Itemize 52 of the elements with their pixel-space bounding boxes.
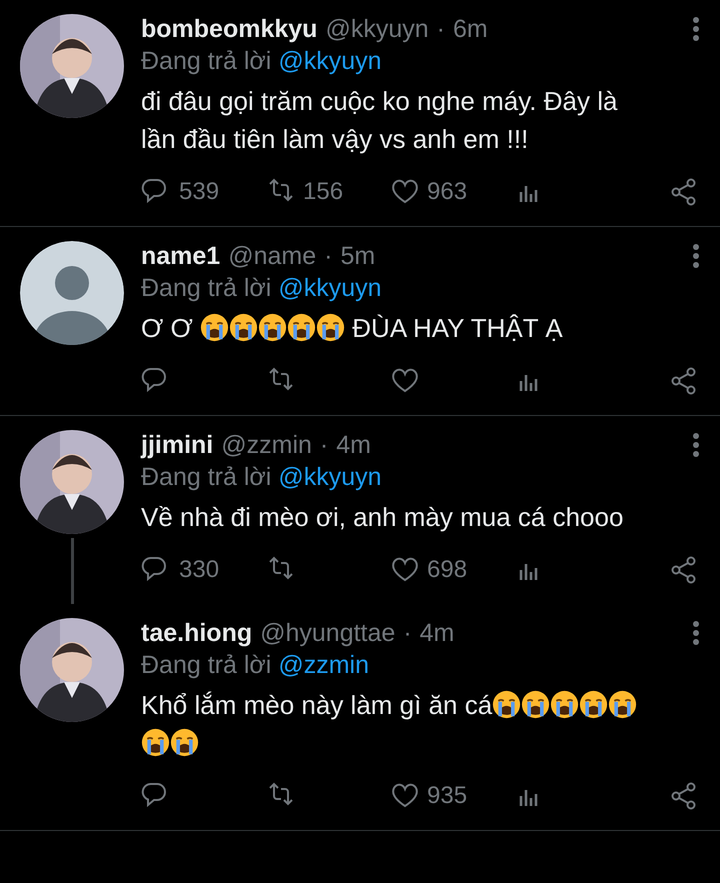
- tweet-text: Ơ Ơ ĐÙA HAY THẬT Ạ: [141, 312, 564, 345]
- crying-face-icon: [316, 313, 346, 342]
- mention-link[interactable]: @kkyuyn: [278, 44, 382, 78]
- count: 963: [427, 178, 468, 206]
- timestamp: 6m: [452, 14, 488, 44]
- crying-face-icon: [170, 728, 199, 757]
- more-options-icon[interactable]: [692, 16, 700, 42]
- display-name[interactable]: bombeomkkyu: [141, 14, 318, 44]
- crying-face-icon: [492, 690, 522, 719]
- crying-face-icon: [550, 690, 580, 719]
- count: 698: [427, 556, 468, 584]
- separator-dot: ·: [320, 430, 328, 460]
- reply-label: Đang trả lời: [141, 46, 272, 77]
- tweet-text: Khổ lắm mèo này làm gì ăn cá: [141, 682, 643, 762]
- separator-dot: ·: [403, 618, 412, 648]
- timestamp: 5m: [340, 242, 376, 270]
- mention-link[interactable]: @kkyuyn: [278, 460, 382, 494]
- thread-line: [70, 538, 74, 604]
- separator-dot: ·: [324, 242, 332, 270]
- more-options-icon[interactable]: [692, 620, 700, 646]
- more-options-icon[interactable]: [692, 243, 700, 269]
- timestamp: 4m: [420, 618, 454, 648]
- display-name[interactable]: name1: [141, 242, 220, 270]
- display-name[interactable]: tae.hiong: [141, 618, 252, 648]
- user-handle: @name: [228, 242, 316, 270]
- reply-label: Đang trả lời: [141, 462, 272, 493]
- crying-face-icon: [258, 313, 288, 342]
- crying-face-icon: [521, 690, 550, 719]
- crying-face-icon: [608, 690, 638, 719]
- timestamp: 4m: [336, 430, 371, 460]
- user-handle: @kkyuyn: [325, 14, 429, 44]
- count: 156: [303, 178, 344, 206]
- mention-link[interactable]: @zzmin: [278, 648, 370, 682]
- count: 330: [179, 556, 220, 584]
- user-handle: @hyungttae: [260, 618, 396, 648]
- crying-face-icon: [579, 690, 608, 719]
- more-options-icon[interactable]: [692, 432, 700, 458]
- count: 539: [179, 178, 220, 206]
- tweet-text: đi đâu gọi trăm cuộc ko nghe máy. Đây là lần đầu tiên làm vậy vs anh em !!!: [141, 85, 618, 156]
- count: 935: [427, 782, 468, 810]
- crying-face-icon: [141, 728, 170, 757]
- crying-face-icon: [200, 313, 230, 342]
- tweet-text: Về nhà đi mèo ơi, anh mày mua cá chooo: [141, 501, 624, 534]
- mention-link[interactable]: @kkyuyn: [278, 271, 382, 305]
- crying-face-icon: [229, 313, 258, 342]
- default-avatar[interactable]: [20, 241, 124, 345]
- display-name[interactable]: jjimini: [141, 430, 214, 460]
- separator-dot: ·: [436, 14, 445, 44]
- reply-label: Đang trả lời: [141, 650, 272, 681]
- crying-face-icon: [287, 313, 316, 342]
- reply-label: Đang trả lời: [141, 273, 272, 304]
- user-handle: @zzmin: [221, 430, 312, 460]
